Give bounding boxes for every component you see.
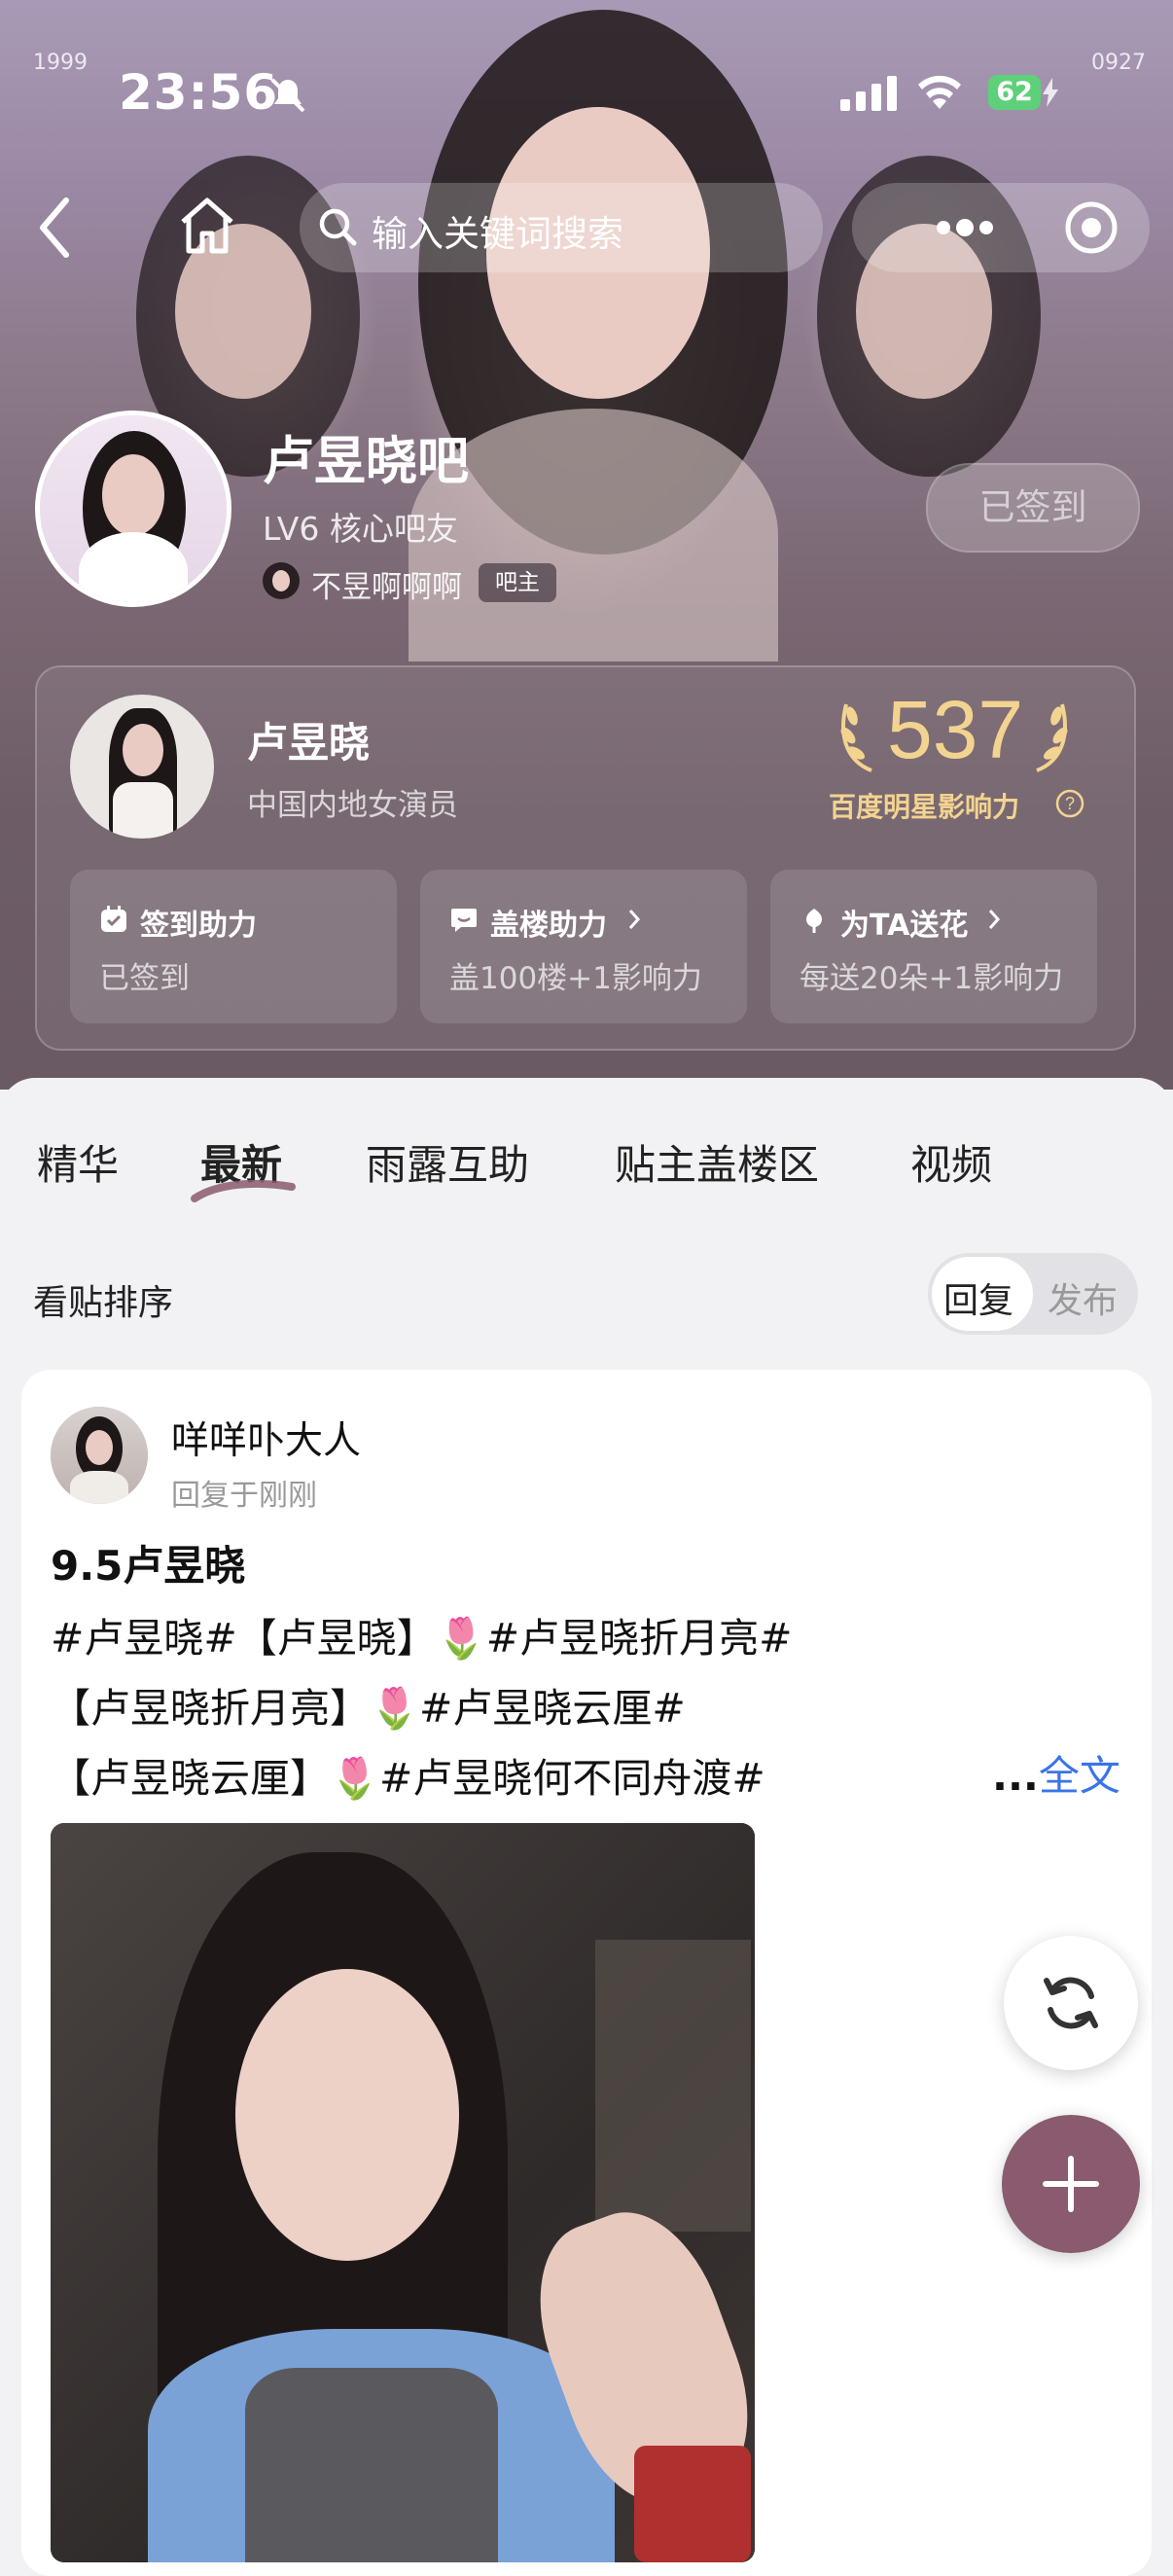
post-author-name[interactable]: 咩咩卟大人 (171, 1411, 361, 1465)
owner-avatar[interactable] (263, 562, 300, 599)
help-icon[interactable]: ? (1054, 788, 1085, 823)
owner-name[interactable]: 不昱啊啊啊 (311, 562, 462, 606)
forum-name: 卢昱晓吧 (263, 432, 469, 491)
tab-mutual-help[interactable]: 雨露互助 (366, 1132, 529, 1192)
flower-boost-card[interactable] (770, 870, 1097, 1023)
svg-text:?: ? (1065, 794, 1075, 813)
user-level: LV6 核心吧友 (263, 510, 458, 548)
sort-option-reply[interactable]: 回复 (943, 1272, 1013, 1323)
sort-label: 看贴排序 (33, 1283, 174, 1323)
checkin-boost-title: 签到助力 (140, 909, 257, 943)
post-body-line[interactable]: 【卢昱晓折月亮】🌷#卢昱晓云厘# (51, 1675, 686, 1734)
laurel-right-icon (1027, 697, 1076, 778)
calendar-icon (99, 905, 128, 938)
corner-mark-right: 0927 (1091, 51, 1146, 75)
expand-full-text[interactable]: ...全文 (992, 1743, 1120, 1803)
battery-indicator: 62 (988, 75, 1041, 110)
chevron-right-icon (986, 907, 1002, 936)
cellular-signal-icon (840, 76, 897, 115)
chat-bubble-icon (449, 905, 479, 938)
full-text-link[interactable]: 全文 (1039, 1752, 1120, 1800)
star-avatar[interactable] (70, 695, 214, 839)
checkin-boost-card[interactable] (70, 870, 397, 1023)
forum-avatar[interactable] (35, 411, 231, 607)
search-icon (317, 206, 360, 253)
tab-owner-floor[interactable]: 贴主盖楼区 (615, 1132, 819, 1192)
tab-video[interactable]: 视频 (910, 1132, 992, 1192)
corner-mark-left: 1999 (33, 51, 88, 75)
tab-active-indicator (189, 1173, 298, 1210)
owner-badge: 吧主 (479, 563, 556, 602)
signed-in-button[interactable]: 已签到 (926, 463, 1140, 553)
checkin-boost-sub: 已签到 (99, 961, 190, 996)
charging-icon (1043, 78, 1058, 111)
more-dots-icon[interactable] (934, 216, 996, 243)
chevron-right-icon (626, 907, 642, 936)
reply-boost-card[interactable] (420, 870, 747, 1023)
back-arrow-icon[interactable] (35, 195, 74, 265)
influence-label: 百度明星影响力 (829, 791, 1020, 823)
tab-featured[interactable]: 精华 (37, 1132, 119, 1192)
plus-icon (1042, 2155, 1100, 2217)
refresh-button[interactable] (1004, 1936, 1138, 2070)
home-icon[interactable] (175, 193, 239, 261)
reply-boost-sub: 盖100楼+1影响力 (449, 961, 702, 996)
new-post-button[interactable] (1002, 2115, 1140, 2253)
post-title[interactable]: 9.5卢昱晓 (51, 1533, 245, 1592)
post-image[interactable] (51, 1823, 755, 2562)
close-target-icon[interactable] (1062, 198, 1120, 261)
wifi-icon (914, 72, 965, 115)
post-body-line[interactable]: 【卢昱晓云厘】🌷#卢昱晓何不同舟渡# (51, 1745, 765, 1804)
reply-boost-title: 盖楼助力 (490, 909, 607, 943)
flower-icon (800, 905, 829, 938)
influence-score: 537 (887, 684, 1024, 775)
post-time: 回复于刚刚 (171, 1479, 317, 1513)
star-title: 中国内地女演员 (247, 788, 458, 823)
star-name: 卢昱晓 (247, 719, 371, 767)
laurel-left-icon (833, 697, 881, 778)
post-author-avatar[interactable] (51, 1407, 148, 1504)
silent-bell-icon (268, 76, 307, 119)
refresh-icon (1037, 1969, 1105, 2041)
post-body-line[interactable]: #卢昱晓#【卢昱晓】🌷#卢昱晓折月亮# (51, 1605, 792, 1664)
ellipsis: ... (992, 1752, 1039, 1800)
flower-boost-title: 为TA送花 (840, 909, 969, 943)
status-time: 23:56 (119, 64, 279, 121)
search-input[interactable]: 输入关键词搜索 (372, 204, 623, 257)
flower-boost-sub: 每送20朵+1影响力 (800, 961, 1064, 996)
sort-option-publish[interactable]: 发布 (1048, 1272, 1118, 1323)
